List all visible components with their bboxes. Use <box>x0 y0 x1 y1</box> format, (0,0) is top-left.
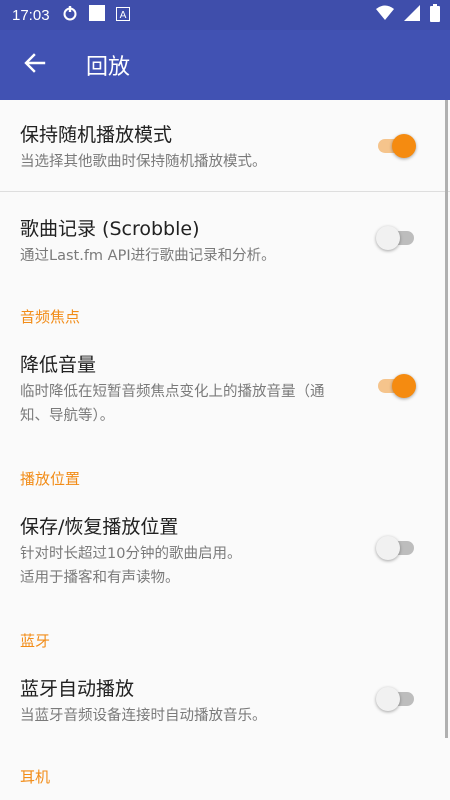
bluetooth-autoplay-toggle[interactable] <box>376 687 416 711</box>
status-time: 17:03 <box>12 6 50 24</box>
wifi-icon <box>376 5 394 25</box>
signal-icon <box>404 5 420 25</box>
a-notification-icon: A <box>115 6 130 25</box>
battery-icon <box>430 4 440 26</box>
pref-summary: 通过Last.fm API进行歌曲记录和分析。 <box>20 248 276 264</box>
scrobble-toggle[interactable] <box>376 226 416 250</box>
pref-title: 保存/恢复播放位置 <box>20 516 179 538</box>
preferences-list: 保持随机播放模式 当选择其他歌曲时保持随机播放模式。 歌曲记录 (Scrobbl… <box>0 100 450 800</box>
scrollbar[interactable] <box>445 100 448 738</box>
page-title: 回放 <box>86 55 131 80</box>
pref-title: 降低音量 <box>20 354 97 376</box>
app-bar: 回放 <box>0 30 450 100</box>
category-bluetooth: 蓝牙 <box>20 632 51 650</box>
category-playback-position: 播放位置 <box>20 470 81 488</box>
sync-icon <box>62 5 78 25</box>
square-icon <box>88 4 106 26</box>
svg-text:A: A <box>119 10 126 21</box>
keep-shuffle-toggle[interactable] <box>376 134 416 158</box>
pref-summary: 当选择其他歌曲时保持随机播放模式。 <box>20 154 267 170</box>
category-headset: 耳机 <box>20 768 51 786</box>
pref-summary: 针对时长超过10分钟的歌曲启用。 适用于播客和有声读物。 <box>20 542 340 590</box>
category-audio-focus: 音频焦点 <box>20 308 81 326</box>
pref-summary: 临时降低在短暂音频焦点变化上的播放音量（通知、导航等）。 <box>20 384 325 424</box>
duck-volume-toggle[interactable] <box>376 374 416 398</box>
pref-summary-line: 针对时长超过10分钟的歌曲启用。 <box>20 546 242 562</box>
pref-summary: 当蓝牙音频设备连接时自动播放音乐。 <box>20 708 267 724</box>
pref-summary-line: 适用于播客和有声读物。 <box>20 570 180 586</box>
back-button[interactable] <box>20 50 50 80</box>
status-bar: 17:03 A <box>0 0 450 30</box>
divider <box>0 191 450 192</box>
arrow-left-icon <box>24 52 46 78</box>
save-position-toggle[interactable] <box>376 536 416 560</box>
